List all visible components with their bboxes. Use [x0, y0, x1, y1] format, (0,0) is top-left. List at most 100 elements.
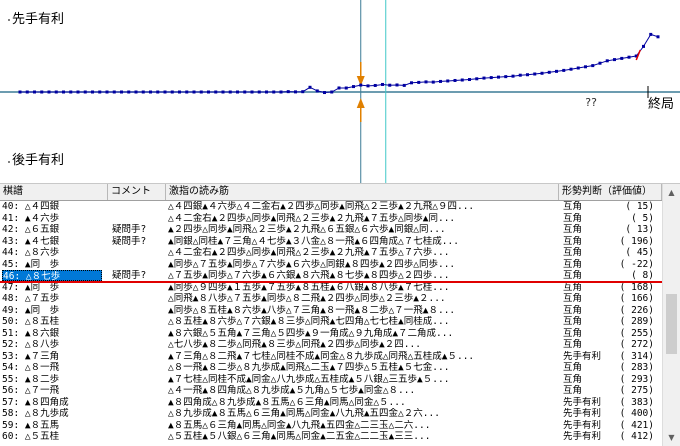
- value-cell: ( 383): [619, 396, 654, 408]
- data-point: [526, 73, 529, 77]
- data-point: [112, 90, 116, 94]
- table-row[interactable]: 40: △４四銀 △４四銀▲４六歩△４二金右▲２四歩△同歩▲同飛△２三歩▲２九飛△…: [0, 201, 662, 212]
- data-point: [214, 90, 218, 94]
- move-cell: 45: ▲同 歩: [2, 258, 60, 270]
- table-row[interactable]: 50: △８五桂 △８五桂▲８六歩△７六銀▲８三歩△同飛▲七四角△七七桂▲同桂成.…: [0, 316, 662, 327]
- value-cell: ( 13): [625, 224, 654, 235]
- move-cell: 47: ▲同 歩: [2, 281, 60, 293]
- comment-cell: [112, 259, 164, 270]
- data-point: [410, 81, 413, 85]
- data-point: [163, 90, 167, 94]
- eval-cell: 互角: [563, 235, 583, 247]
- data-point: [576, 66, 580, 70]
- questionable-move-label: ??: [585, 96, 597, 109]
- data-point: [243, 90, 247, 94]
- table-row[interactable]: 51: ▲８六銀 ▲８六銀△５五角▲７三角△５四歩▲９一角成△９九角成▲７二角成.…: [0, 328, 662, 339]
- pv-cell: △７五歩▲同歩△７六歩▲６六銀▲８六飛▲８七歩▲８四歩△２四歩...: [168, 270, 450, 281]
- eval-cell: 互角: [563, 339, 583, 350]
- data-point: [468, 78, 471, 82]
- scroll-thumb[interactable]: [666, 294, 677, 354]
- move-cell: 40: △４四銀: [2, 201, 60, 212]
- table-row[interactable]: 45: ▲同 歩 ▲同歩△７五歩▲同歩△７六歩▲６六歩△同銀▲８四歩▲２四歩△同歩…: [0, 259, 662, 270]
- table-row[interactable]: 58: △８九歩成 △８九歩成▲８五馬△６三角▲同馬△同金▲八九飛▲五四金△２六.…: [0, 408, 662, 419]
- comment-cell: 疑問手?: [112, 270, 147, 281]
- value-cell: ( -22): [619, 258, 654, 270]
- data-point: [504, 75, 508, 79]
- data-point: [62, 90, 65, 94]
- scroll-down-icon[interactable]: ▼: [663, 429, 680, 446]
- value-cell: ( 400): [619, 408, 654, 419]
- comment-cell: [112, 282, 164, 293]
- data-point: [18, 90, 22, 94]
- data-point: [395, 83, 399, 87]
- move-cell: 49: ▲同 歩: [2, 304, 60, 316]
- data-point: [366, 84, 370, 88]
- table-row[interactable]: 59: ▲８五馬 ▲８五馬△６三角▲同馬△同金▲八九飛▲五四金△二三玉△二六...…: [0, 420, 662, 431]
- value-cell: ( 272): [619, 339, 654, 350]
- data-point: [149, 90, 152, 94]
- data-point: [453, 78, 457, 82]
- table-row[interactable]: 52: △８八歩 △七八歩▲８二歩△同飛▲８三歩△同飛▲２四歩△同歩▲２四... 互…: [0, 339, 662, 350]
- table-row[interactable]: 54: △８一飛 △８一飛▲８二歩△８九歩成▲同飛△二玉▲７四歩△５五桂▲５七金.…: [0, 362, 662, 373]
- move-cell: 43: ▲４七銀: [2, 235, 60, 247]
- table-row[interactable]: 56: △７一飛 △４一飛▲８四角成△８九歩成▲５九角△５七歩▲同金△８... 互角…: [0, 385, 662, 396]
- comment-cell: [112, 351, 164, 362]
- table-row[interactable]: 60: △５五桂 △５五桂▲５八銀△６三角▲同馬△同金▲二五金△二二玉▲三三...…: [0, 431, 662, 442]
- data-point: [388, 83, 392, 87]
- data-point: [497, 75, 500, 79]
- data-point: [105, 90, 109, 94]
- table-row[interactable]: 48: △７五歩 △同飛▲８八歩△７五歩▲同歩△８二飛▲２四歩△同歩△２三歩▲２.…: [0, 293, 662, 304]
- table-row[interactable]: 47: ▲同 歩 ▲同歩△９四歩▲１五歩▲７五歩▲８五桂▲６八銀▲８八歩▲７七桂.…: [0, 282, 662, 293]
- pv-cell: ▲２四歩△同歩▲同飛△２三歩▲２九飛△６五銀△６六歩▲同銀△同...: [168, 224, 446, 235]
- y-top-label: 先手有利: [10, 12, 67, 27]
- data-point: [323, 91, 326, 95]
- table-row[interactable]: 57: ▲８四角成 ▲８四角成△８九歩成▲８五馬△６三角▲同馬△同金△５... 先手…: [0, 397, 662, 408]
- value-cell: ( 45): [625, 247, 654, 258]
- evaluation-graph[interactable]: ?? 先手有利 後手有利 終局: [0, 0, 680, 184]
- table-header: 棋譜 コメント 激指の読み筋 形勢判断（評価値）: [0, 184, 662, 201]
- table-row[interactable]: 43: ▲４七銀 疑問手? ▲同銀△同桂▲７三角△４七歩▲３八金△８一飛▲６四角成△…: [0, 236, 662, 247]
- table-row[interactable]: 46: △８七歩 疑問手? △７五歩▲同歩△７六歩▲６六銀▲８六飛▲８七歩▲８四歩△…: [0, 270, 662, 281]
- pv-cell: ▲同歩△８五桂▲８六歩▲八歩△７三角▲８一飛▲８二歩△７一飛▲８...: [168, 304, 456, 316]
- data-point: [373, 83, 377, 87]
- eval-cell: 互角: [563, 362, 583, 373]
- comment-cell: [112, 397, 164, 408]
- table-row[interactable]: 53: ▲７三角 ▲７三角△８二飛▲７七桂△同桂不成▲同金△８九歩成△同飛△五桂成…: [0, 351, 662, 362]
- move-cell: 60: △５五桂: [2, 431, 60, 442]
- comment-cell: [112, 305, 164, 316]
- pv-cell: ▲同歩△７五歩▲同歩△７六歩▲６六歩△同銀▲８四歩▲２四歩△同歩...: [168, 258, 456, 270]
- data-point: [25, 90, 29, 94]
- data-point: [185, 90, 189, 94]
- data-point: [591, 64, 595, 68]
- y-bottom-label: 後手有利: [10, 153, 67, 168]
- table-row[interactable]: 41: ▲４六歩 △４二金右▲２四歩△同歩▲同飛△２三歩▲２九飛▲７五歩△同歩▲同…: [0, 213, 662, 224]
- data-point: [279, 90, 283, 94]
- data-point: [134, 90, 138, 94]
- value-cell: ( 196): [619, 235, 654, 247]
- kifu-analysis-table[interactable]: 棋譜 コメント 激指の読み筋 形勢判断（評価値） 40: △４四銀 △４四銀▲４六…: [0, 184, 662, 446]
- value-cell: ( 5): [631, 212, 654, 224]
- table-row[interactable]: 44: △８六歩 △４二金右▲２四歩△同歩▲同飛△２三歩▲２九飛▲７五歩△７六歩.…: [0, 247, 662, 258]
- move-cell: 55: ▲８二歩: [2, 373, 60, 385]
- table-row[interactable]: 55: ▲８二歩 ▲７七桂△同桂不成▲同金△八九歩成△五桂成▲５八銀△三五歩▲５.…: [0, 374, 662, 385]
- vertical-scrollbar[interactable]: ▲ ▼: [662, 184, 680, 446]
- scroll-up-icon[interactable]: ▲: [663, 184, 680, 201]
- header-comment[interactable]: コメント: [108, 184, 166, 200]
- data-point: [178, 90, 181, 94]
- comment-cell: [112, 201, 164, 212]
- table-row[interactable]: 49: ▲同 歩 ▲同歩△８五桂▲８六歩▲八歩△７三角▲８一飛▲８二歩△７一飛▲８…: [0, 305, 662, 316]
- comment-cell: [112, 374, 164, 385]
- header-pv[interactable]: 激指の読み筋: [166, 184, 559, 200]
- pv-cell: △４四銀▲４六歩△４二金右▲２四歩△同歩▲同飛△２三歩▲２九飛△９四...: [168, 201, 475, 212]
- eval-cell: 互角: [563, 385, 583, 396]
- value-cell: ( 412): [619, 431, 654, 442]
- pv-cell: ▲同銀△同桂▲７三角△４七歩▲３八金△８一飛▲６四角成△７七桂成...: [168, 235, 459, 247]
- header-eval[interactable]: 形勢判断（評価値）: [559, 184, 662, 200]
- data-point: [649, 32, 653, 36]
- header-kifu[interactable]: 棋譜: [0, 184, 108, 200]
- data-point: [40, 90, 44, 94]
- table-row[interactable]: 42: △６五銀 疑問手? ▲２四歩△同歩▲同飛△２三歩▲２九飛△６五銀△６六歩▲同…: [0, 224, 662, 235]
- data-point: [308, 85, 312, 89]
- data-point: [294, 90, 297, 94]
- data-point: [642, 44, 645, 48]
